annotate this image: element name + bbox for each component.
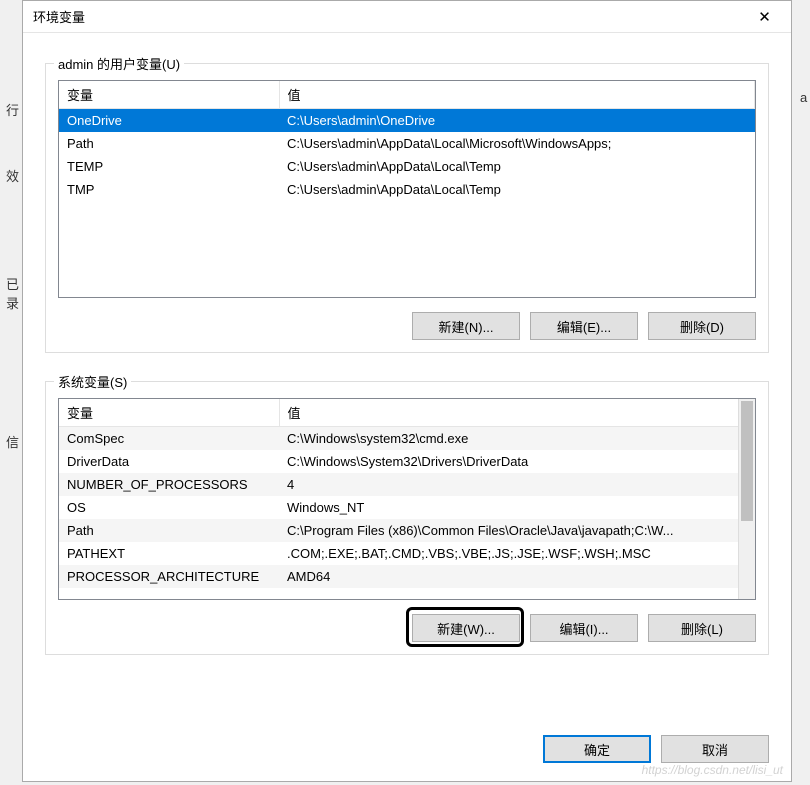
- system-new-button[interactable]: 新建(W)...: [412, 614, 520, 642]
- cell-variable: TEMP: [59, 155, 279, 178]
- titlebar: 环境变量 ✕: [23, 1, 791, 33]
- table-row[interactable]: OSWindows_NT: [59, 496, 755, 519]
- cell-value: .COM;.EXE;.BAT;.CMD;.VBS;.VBE;.JS;.JSE;.…: [279, 542, 755, 565]
- user-vars-group: admin 的用户变量(U) 变量 值 OneDriveC:\Users\adm…: [45, 63, 769, 353]
- user-vars-table: 变量 值 OneDriveC:\Users\admin\OneDrivePath…: [59, 81, 755, 201]
- window-title: 环境变量: [33, 7, 85, 26]
- user-vars-legend: admin 的用户变量(U): [54, 54, 184, 73]
- user-edit-button[interactable]: 编辑(E)...: [530, 312, 638, 340]
- bg-text: a: [800, 90, 807, 105]
- system-edit-button[interactable]: 编辑(I)...: [530, 614, 638, 642]
- cell-variable: DriverData: [59, 450, 279, 473]
- user-buttons-row: 新建(N)... 编辑(E)... 删除(D): [58, 312, 756, 340]
- table-row[interactable]: TMPC:\Users\admin\AppData\Local\Temp: [59, 178, 755, 201]
- user-new-button[interactable]: 新建(N)...: [412, 312, 520, 340]
- environment-variables-dialog: 环境变量 ✕ admin 的用户变量(U) 变量 值 OneDriveC:\Us…: [22, 0, 792, 782]
- table-row[interactable]: PathC:\Users\admin\AppData\Local\Microso…: [59, 132, 755, 155]
- cell-value: C:\Users\admin\AppData\Local\Microsoft\W…: [279, 132, 755, 155]
- cell-variable: NUMBER_OF_PROCESSORS: [59, 473, 279, 496]
- cell-variable: OS: [59, 496, 279, 519]
- bg-text: 已: [6, 274, 19, 293]
- system-vars-table-wrap[interactable]: 变量 值 ComSpecC:\Windows\system32\cmd.exeD…: [58, 398, 756, 600]
- cell-variable: PROCESSOR_ARCHITECTURE: [59, 565, 279, 588]
- cell-variable: Path: [59, 519, 279, 542]
- table-row[interactable]: NUMBER_OF_PROCESSORS4: [59, 473, 755, 496]
- system-vars-table: 变量 值 ComSpecC:\Windows\system32\cmd.exeD…: [59, 399, 755, 588]
- cell-variable: OneDrive: [59, 109, 279, 132]
- cell-value: C:\Program Files (x86)\Common Files\Orac…: [279, 519, 755, 542]
- bg-text: 录: [6, 293, 19, 312]
- system-vars-group: 系统变量(S) 变量 值 ComSpecC:\Windows\system32\…: [45, 381, 769, 655]
- table-row[interactable]: PROCESSOR_ARCHITECTUREAMD64: [59, 565, 755, 588]
- cell-value: C:\Users\admin\AppData\Local\Temp: [279, 178, 755, 201]
- table-row[interactable]: DriverDataC:\Windows\System32\Drivers\Dr…: [59, 450, 755, 473]
- table-row[interactable]: PATHEXT.COM;.EXE;.BAT;.CMD;.VBS;.VBE;.JS…: [59, 542, 755, 565]
- col-header-variable[interactable]: 变量: [59, 81, 279, 109]
- cell-variable: TMP: [59, 178, 279, 201]
- system-delete-button[interactable]: 删除(L): [648, 614, 756, 642]
- cell-value: 4: [279, 473, 755, 496]
- col-header-value[interactable]: 值: [279, 81, 755, 109]
- bg-text: 信: [6, 432, 19, 451]
- watermark: https://blog.csdn.net/lisi_ut: [642, 763, 783, 777]
- cell-value: AMD64: [279, 565, 755, 588]
- col-header-value[interactable]: 值: [279, 399, 755, 427]
- bg-text: 效: [6, 166, 19, 185]
- ok-button[interactable]: 确定: [543, 735, 651, 763]
- user-delete-button[interactable]: 删除(D): [648, 312, 756, 340]
- cancel-button[interactable]: 取消: [661, 735, 769, 763]
- system-buttons-row: 新建(W)... 编辑(I)... 删除(L): [58, 614, 756, 642]
- bg-text: 行: [6, 100, 19, 119]
- col-header-variable[interactable]: 变量: [59, 399, 279, 427]
- cell-value: C:\Users\admin\AppData\Local\Temp: [279, 155, 755, 178]
- table-row[interactable]: PathC:\Program Files (x86)\Common Files\…: [59, 519, 755, 542]
- cell-variable: PATHEXT: [59, 542, 279, 565]
- cell-variable: Path: [59, 132, 279, 155]
- close-icon: ✕: [758, 8, 771, 26]
- table-row[interactable]: OneDriveC:\Users\admin\OneDrive: [59, 109, 755, 132]
- system-vars-legend: 系统变量(S): [54, 372, 131, 391]
- table-row[interactable]: TEMPC:\Users\admin\AppData\Local\Temp: [59, 155, 755, 178]
- user-vars-table-wrap[interactable]: 变量 值 OneDriveC:\Users\admin\OneDrivePath…: [58, 80, 756, 298]
- cell-value: C:\Windows\System32\Drivers\DriverData: [279, 450, 755, 473]
- table-row[interactable]: ComSpecC:\Windows\system32\cmd.exe: [59, 427, 755, 450]
- scrollbar-thumb[interactable]: [741, 401, 753, 521]
- close-button[interactable]: ✕: [742, 2, 787, 32]
- cell-variable: ComSpec: [59, 427, 279, 450]
- system-table-scrollbar[interactable]: [738, 399, 755, 599]
- cell-value: Windows_NT: [279, 496, 755, 519]
- dialog-content: admin 的用户变量(U) 变量 值 OneDriveC:\Users\adm…: [23, 33, 791, 721]
- cell-value: C:\Users\admin\OneDrive: [279, 109, 755, 132]
- cell-value: C:\Windows\system32\cmd.exe: [279, 427, 755, 450]
